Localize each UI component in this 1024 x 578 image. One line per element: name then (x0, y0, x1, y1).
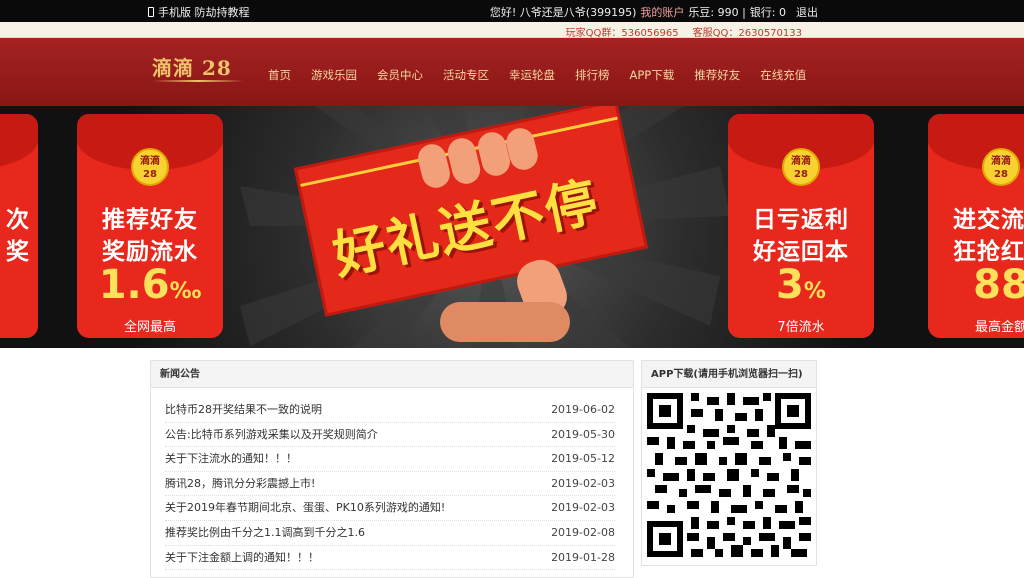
nav-item-refer-friends[interactable]: 推荐好友 (694, 67, 740, 83)
promo-card-referral: 滴滴 28 推荐好友 奖励流水 1.6‰ 全网最高 (77, 114, 223, 338)
logo-text: 滴滴 28 (152, 56, 232, 80)
news-item-link[interactable]: 关于下注金额上调的通知！！！ (165, 546, 319, 570)
coin-badge: 滴滴 28 (982, 148, 1020, 186)
news-panel-title: 新闻公告 (151, 361, 633, 388)
news-item: 公告:比特币系列游戏采集以及开奖规则简介 2019-05-30 (165, 423, 615, 448)
news-item-link[interactable]: 公告:比特币系列游戏采集以及开奖规则简介 (165, 423, 378, 447)
promo-card-line1: 推荐好友 (102, 207, 198, 233)
news-item: 关于2019年春节期间北京、蛋蛋、PK10系列游戏的通知! 2019-02-03 (165, 496, 615, 521)
service-qq-text: 客服QQ：2630570133 (692, 28, 802, 39)
news-item-date: 2019-06-02 (551, 403, 615, 416)
nav-menu: 首页 游戏乐园 会员中心 活动专区 幸运轮盘 排行榜 APP下载 推荐好友 在线… (268, 67, 826, 83)
top-bar-right: 您好! 八爷还是八爷(399195) 我的账户 乐豆: 990 | 银行: 0 … (490, 4, 818, 20)
news-item-link[interactable]: 关于2019年春节期间北京、蛋蛋、PK10系列游戏的通知! (165, 496, 445, 520)
nav-item-games[interactable]: 游戏乐园 (311, 67, 357, 83)
news-item-link[interactable]: 腾讯28，腾讯分分彩震撼上市! (165, 472, 315, 496)
news-item-date: 2019-02-03 (551, 501, 615, 515)
site-logo[interactable]: 滴滴 28 (152, 52, 244, 88)
promo-banner[interactable]: 次 奖 滴滴 28 推荐好友 奖励流水 1.6‰ 全网最高 好礼送不停 滴滴 2… (0, 106, 1024, 348)
promo-card-line2: 奖 (6, 239, 30, 265)
app-download-panel: APP下载(请用手机浏览器扫一扫) (641, 360, 817, 566)
nav-item-home[interactable]: 首页 (268, 67, 291, 83)
nav-item-activities[interactable]: 活动专区 (443, 67, 489, 83)
news-item: 腾讯28，腾讯分分彩震撼上市! 2019-02-03 (165, 472, 615, 497)
my-account-link[interactable]: 我的账户 (640, 4, 684, 20)
news-item: 关于下注流水的通知！！！ 2019-05-12 (165, 447, 615, 472)
top-bar-left: 手机版 防劫持教程 (148, 4, 250, 20)
news-item-date: 2019-02-08 (551, 525, 615, 539)
promo-card-line2: 好运回本 (753, 239, 849, 265)
promo-card-value: 1.6‰ (98, 262, 202, 308)
app-download-title: APP下载(请用手机浏览器扫一扫) (642, 361, 816, 388)
news-item-link[interactable]: 比特币28开奖结果不一致的说明 (165, 398, 322, 422)
news-item: 比特币28开奖结果不一致的说明 2019-06-02 (165, 398, 615, 423)
promo-card-footer: 最高金额 (974, 320, 1024, 335)
nav-item-lucky-wheel[interactable]: 幸运轮盘 (509, 67, 555, 83)
coin-badge: 滴滴 28 (782, 148, 820, 186)
logout-link[interactable]: 退出 (796, 4, 818, 20)
nav-item-recharge[interactable]: 在线充值 (760, 67, 806, 83)
qq-group-text: 玩家QQ群：536056965 (565, 28, 679, 39)
promo-card-rebate: 滴滴 28 日亏返利 好运回本 3% 7倍流水 (728, 114, 874, 338)
promo-card-line2: 奖励流水 (102, 239, 198, 265)
news-list: 比特币28开奖结果不一致的说明 2019-06-02 公告:比特币系列游戏采集以及… (151, 388, 633, 571)
news-item: 关于下注金额上调的通知！！！ 2019-01-28 (165, 546, 615, 571)
contact-bar: 玩家QQ群：536056965 客服QQ：2630570133 (0, 22, 1024, 39)
news-item-date: 2019-05-12 (551, 452, 615, 466)
nav-item-app-download[interactable]: APP下载 (630, 67, 675, 83)
news-item-date: 2019-05-30 (551, 427, 615, 441)
nav-item-ranking[interactable]: 排行榜 (575, 67, 610, 83)
news-item-date: 2019-02-03 (551, 476, 615, 490)
bank-balance: 银行: 0 (749, 6, 786, 19)
ledou-balance: 乐豆: 990 | (688, 6, 746, 19)
promo-card-footer: 7倍流水 (777, 320, 825, 335)
phone-icon (148, 7, 154, 17)
mobile-version-link[interactable]: 手机版 防劫持教程 (158, 4, 250, 20)
news-item-date: 2019-01-28 (551, 550, 615, 564)
coin-badge: 滴滴 28 (131, 148, 169, 186)
promo-card-line2: 狂抢红包 (953, 239, 1024, 265)
greeting-text: 您好! 八爷还是八爷(399195) (489, 6, 637, 19)
promo-card-group: 滴滴 28 进交流群 狂抢红包 88 最高金额 (928, 114, 1024, 338)
news-item-link[interactable]: 推荐奖比例由千分之1.1调高到千分之1.6 (165, 521, 365, 545)
promo-card-value: 3% (776, 262, 826, 308)
news-item-link[interactable]: 关于下注流水的通知！！！ (165, 447, 297, 471)
promo-card-partial-left: 次 奖 (0, 114, 38, 338)
promo-card-line1: 日亏返利 (753, 207, 849, 233)
qr-code (647, 393, 811, 557)
promo-card-line1: 次 (6, 207, 30, 233)
top-bar: 手机版 防劫持教程 您好! 八爷还是八爷(399195) 我的账户 乐豆: 99… (0, 0, 1024, 22)
nav-item-member-center[interactable]: 会员中心 (377, 67, 423, 83)
promo-card-footer: 全网最高 (123, 320, 176, 335)
promo-card-value: 88 (973, 262, 1024, 308)
news-item: 推荐奖比例由千分之1.1调高到千分之1.6 2019-02-08 (165, 521, 615, 546)
main-nav: 滴滴 28 首页 游戏乐园 会员中心 活动专区 幸运轮盘 排行榜 APP下载 推… (0, 38, 1024, 106)
logo-underline (152, 80, 244, 82)
news-panel: 新闻公告 比特币28开奖结果不一致的说明 2019-06-02 公告:比特币系列游… (150, 360, 634, 578)
promo-card-line1: 进交流群 (953, 207, 1024, 233)
